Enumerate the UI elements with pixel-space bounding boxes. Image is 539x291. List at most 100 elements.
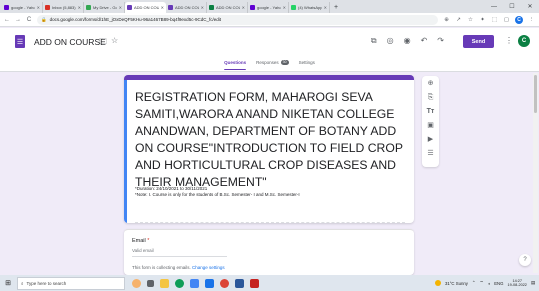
extension-icon[interactable]: ✦ bbox=[479, 17, 486, 23]
selected-indicator bbox=[124, 80, 127, 223]
browser-tab[interactable]: ADD ON COUR✕ bbox=[207, 2, 248, 13]
browser-tab[interactable]: google - Yahoo✕ bbox=[248, 2, 289, 13]
address-bar: ← → C 🔒 docs.google.com/forms/d/1hE_jOxD… bbox=[0, 13, 539, 27]
word-icon[interactable] bbox=[250, 278, 259, 288]
folder-icon[interactable]: 🗀 bbox=[99, 36, 107, 50]
add-image-icon[interactable]: ▣ bbox=[427, 121, 434, 131]
taskbar-search-placeholder: Type here to search bbox=[26, 280, 67, 286]
windows-start-icon[interactable]: ⊞ bbox=[3, 279, 13, 287]
browser-tab[interactable]: (4) WhatsApp ✕ bbox=[289, 2, 330, 13]
tab-label: Responses bbox=[256, 60, 279, 65]
clock[interactable]: 14:27 19-08-2022 bbox=[508, 279, 527, 288]
bookmark-star-icon[interactable]: ☆ bbox=[467, 17, 474, 23]
redo-icon[interactable]: ↷ bbox=[437, 36, 444, 46]
zoom-icon[interactable]: ⊕ bbox=[443, 17, 450, 23]
add-question-icon[interactable]: ⊕ bbox=[428, 79, 434, 89]
language-indicator[interactable]: ENG bbox=[494, 281, 503, 286]
puzzle-icon[interactable]: ⬚ bbox=[491, 17, 498, 23]
task-view-icon[interactable] bbox=[147, 279, 154, 287]
mail-icon[interactable] bbox=[205, 278, 214, 288]
email-label: Email * bbox=[132, 238, 149, 244]
scrollbar-thumb[interactable] bbox=[534, 75, 537, 113]
form-title-card[interactable]: REGISTRATION FORM, MAHAROGI SEVA SAMITI,… bbox=[124, 75, 414, 223]
store-icon[interactable] bbox=[190, 278, 199, 288]
form-tabs: Questions Responses 30 Settings bbox=[0, 55, 539, 70]
maximize-icon[interactable]: ☐ bbox=[503, 0, 521, 13]
undo-icon[interactable]: ↶ bbox=[421, 36, 428, 46]
back-icon[interactable]: ← bbox=[4, 17, 10, 23]
form-description[interactable]: *Duration: 24/10/2021 to 30/11/2021 *Not… bbox=[135, 186, 411, 198]
share-icon[interactable]: ↗ bbox=[455, 17, 462, 23]
forward-icon[interactable]: → bbox=[15, 17, 21, 23]
email-field[interactable]: Valid email bbox=[132, 248, 227, 257]
add-video-icon[interactable]: ▶ bbox=[428, 135, 433, 145]
volume-icon[interactable]: ◖ bbox=[488, 281, 491, 286]
add-section-icon[interactable]: ☰ bbox=[427, 149, 433, 159]
form-name[interactable]: ADD ON COURSE bbox=[34, 37, 106, 47]
profile-avatar[interactable]: C bbox=[515, 15, 523, 24]
change-settings-link[interactable]: Change settings bbox=[192, 265, 225, 270]
file-explorer-icon[interactable] bbox=[160, 278, 169, 288]
network-icon[interactable]: ⌔ bbox=[480, 280, 484, 286]
tray-chevron-icon[interactable]: ⌃ bbox=[472, 280, 476, 286]
browser-tab-title: google - Yahoo bbox=[11, 5, 35, 10]
tab-favicon-icon bbox=[4, 5, 9, 10]
weather-text[interactable]: 31°C Sunny bbox=[445, 281, 468, 286]
browser-menu-icon[interactable]: ⋮ bbox=[528, 17, 535, 23]
window-controls: — ☐ ✕ bbox=[485, 0, 539, 13]
new-tab-button[interactable]: + bbox=[330, 2, 342, 13]
google-forms-logo-icon[interactable]: ☰ bbox=[15, 35, 25, 48]
close-tab-icon[interactable]: ✕ bbox=[161, 5, 164, 10]
close-tab-icon[interactable]: ✕ bbox=[201, 5, 204, 10]
cortana-icon[interactable] bbox=[132, 278, 141, 288]
more-options-icon[interactable]: ⋮ bbox=[505, 36, 513, 45]
tab-questions[interactable]: Questions bbox=[224, 55, 247, 70]
browser-tab[interactable]: ADD ON COUR✕ bbox=[166, 2, 207, 13]
tab-settings[interactable]: Settings bbox=[299, 55, 315, 70]
star-icon[interactable]: ☆ bbox=[111, 36, 118, 50]
email-label-text: Email bbox=[132, 238, 146, 244]
url-field[interactable]: 🔒 docs.google.com/forms/d/1hE_jOxDeQF5KH… bbox=[37, 14, 438, 25]
close-tab-icon[interactable]: ✕ bbox=[78, 5, 81, 10]
search-icon: ⌕ bbox=[21, 280, 24, 286]
palette-icon[interactable]: ◎ bbox=[387, 36, 394, 46]
tab-favicon-icon bbox=[250, 5, 255, 10]
tab-responses[interactable]: Responses 30 bbox=[256, 55, 289, 70]
close-tab-icon[interactable]: ✕ bbox=[283, 5, 286, 10]
addon-puzzle-icon[interactable]: ⧉ bbox=[371, 36, 377, 46]
browser-tab[interactable]: My Drive - Goo✕ bbox=[84, 2, 125, 13]
photos-icon[interactable] bbox=[235, 278, 244, 288]
edge-icon[interactable] bbox=[175, 278, 184, 288]
browser-tab-strip: google - Yahoo✕Inbox (5,883) -✕My Drive … bbox=[0, 0, 539, 13]
browser-tab[interactable]: Inbox (5,883) - ✕ bbox=[43, 2, 84, 13]
taskbar-search[interactable]: ⌕ Type here to search bbox=[17, 276, 125, 290]
send-button[interactable]: Send bbox=[463, 35, 494, 48]
help-icon[interactable]: ? bbox=[519, 254, 531, 266]
browser-tab-title: ADD ON COUR bbox=[216, 5, 240, 10]
close-tab-icon[interactable]: ✕ bbox=[119, 5, 122, 10]
add-title-icon[interactable]: Tт bbox=[427, 107, 435, 117]
reload-icon[interactable]: C bbox=[26, 17, 32, 23]
system-tray: 31°C Sunny ⌃ ⌔ ◖ ENG 14:27 19-08-2022 ▤ bbox=[434, 275, 535, 291]
browser-tab[interactable]: ADD ON COUR✕ bbox=[125, 2, 166, 13]
url-text: docs.google.com/forms/d/1hE_jOxDeQF5KHu-… bbox=[49, 17, 221, 22]
email-question-card[interactable]: Email * Valid email This form is collect… bbox=[124, 229, 414, 275]
close-window-icon[interactable]: ✕ bbox=[521, 0, 539, 13]
scrollbar[interactable] bbox=[533, 73, 538, 273]
browser-tab-title: Inbox (5,883) - bbox=[52, 5, 76, 10]
account-avatar[interactable]: C bbox=[518, 35, 530, 47]
tab-favicon-icon bbox=[291, 5, 296, 10]
browser-tab[interactable]: google - Yahoo✕ bbox=[2, 2, 43, 13]
form-title[interactable]: REGISTRATION FORM, MAHAROGI SEVA SAMITI,… bbox=[135, 89, 411, 191]
description-line: *Note: I. Course is only for the student… bbox=[135, 192, 300, 197]
notifications-icon[interactable]: ▤ bbox=[531, 280, 535, 286]
minimize-icon[interactable]: — bbox=[485, 0, 503, 13]
browser-tab-title: (4) WhatsApp bbox=[298, 5, 322, 10]
import-questions-icon[interactable]: ⎘ bbox=[428, 93, 434, 103]
close-tab-icon[interactable]: ✕ bbox=[242, 5, 245, 10]
preview-eye-icon[interactable]: ◉ bbox=[404, 36, 411, 46]
sidebar-icon[interactable]: ▢ bbox=[503, 17, 510, 23]
close-tab-icon[interactable]: ✕ bbox=[37, 5, 40, 10]
chrome-icon[interactable] bbox=[220, 278, 229, 288]
close-tab-icon[interactable]: ✕ bbox=[324, 5, 327, 10]
